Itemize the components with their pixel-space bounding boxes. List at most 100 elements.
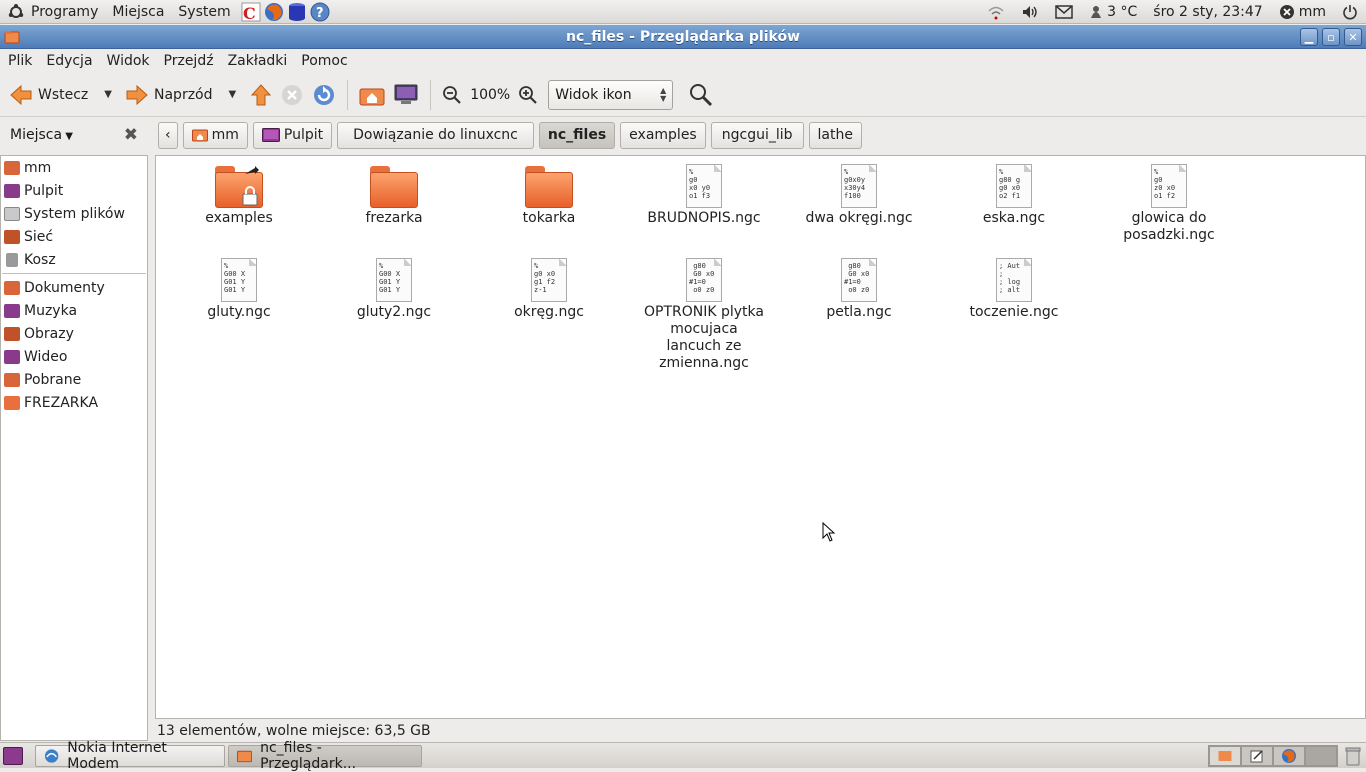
stop-button[interactable] — [276, 77, 308, 113]
editor-mini-icon — [1250, 750, 1263, 763]
zoom-in-button[interactable] — [514, 77, 542, 113]
breadcrumb-examples[interactable]: examples — [620, 121, 706, 149]
text-file-icon: % g80 g g0 x0 o2 f1 — [996, 164, 1032, 208]
sidebar-close-icon[interactable]: ✖ — [124, 125, 138, 145]
database-icon[interactable] — [286, 1, 308, 23]
close-icon: ✕ — [1348, 30, 1358, 44]
linuxcnc-launcher-icon[interactable]: C — [240, 1, 262, 23]
breadcrumb-nc-files[interactable]: nc_files — [538, 121, 616, 149]
help-icon[interactable]: ? — [309, 1, 331, 23]
forward-button[interactable]: Naprzód ▼ — [122, 77, 240, 113]
sidebar-type-select[interactable]: Miejsca ▼ — [10, 127, 73, 143]
menu-plik[interactable]: Plik — [1, 53, 39, 69]
view-mode-select[interactable]: Widok ikon ▲ ▼ — [548, 79, 674, 110]
user-menu[interactable]: mm — [1271, 0, 1334, 24]
text-file-icon: % G00 X G01 Y G01 Y — [221, 258, 257, 302]
clock[interactable]: śro 2 sty, 23:47 — [1145, 0, 1270, 24]
sidebar-item-filesystem[interactable]: System plików — [1, 202, 147, 225]
modem-app-icon — [44, 748, 59, 763]
file-item-okreg[interactable]: % g0 x0 g1 f2 z-1 okręg.ngc — [474, 258, 624, 321]
weather[interactable]: 3 °C — [1081, 0, 1145, 24]
breadcrumb-scroll-left[interactable]: ‹ — [158, 121, 178, 149]
folder-window-icon[interactable] — [4, 29, 20, 45]
firefox-icon[interactable] — [263, 1, 285, 23]
menu-zakladki[interactable]: Zakładki — [221, 53, 295, 69]
close-button[interactable]: ✕ — [1344, 28, 1362, 46]
file-item-tokarka[interactable]: tokarka — [474, 164, 624, 227]
back-button[interactable]: Wstecz ▼ — [6, 77, 116, 113]
volume-icon[interactable] — [1013, 0, 1047, 24]
reload-button[interactable] — [308, 77, 340, 113]
workspace-4[interactable] — [1306, 747, 1336, 765]
task-label: Nokia Internet Modem — [67, 739, 167, 772]
computer-button[interactable] — [389, 77, 423, 113]
sidebar-item-videos[interactable]: Wideo — [1, 345, 147, 368]
workspace-3[interactable] — [1274, 747, 1304, 765]
breadcrumb-lathe[interactable]: lathe — [808, 121, 862, 149]
menu-miejsca: Miejsca — [112, 3, 165, 20]
documents-folder-icon — [4, 280, 20, 295]
file-item-brudnopis[interactable]: % g0 x0 y0 o1 f3 BRUDNOPIS.ngc — [629, 164, 779, 227]
places-menu[interactable]: Miejsca — [105, 0, 171, 24]
workspace-2[interactable] — [1242, 747, 1272, 765]
file-item-toczenie[interactable]: ; Aut ; ; log ; alt toczenie.ngc — [939, 258, 1089, 321]
show-desktop-icon[interactable] — [3, 746, 23, 765]
file-item-eska[interactable]: % g80 g g0 x0 o2 f1 eska.ngc — [939, 164, 1089, 227]
search-button[interactable] — [685, 77, 717, 113]
sidebar-item-trash[interactable]: Kosz — [1, 248, 147, 271]
back-history-dropdown-icon[interactable]: ▼ — [104, 89, 112, 100]
folder-link-icon — [215, 164, 263, 208]
breadcrumb-ngcgui-lib[interactable]: ngcgui_lib — [710, 121, 804, 149]
breadcrumb-linuxcnc-link[interactable]: Dowiązanie do linuxcnc — [337, 121, 534, 149]
minimize-button[interactable]: ▁ — [1300, 28, 1318, 46]
up-button[interactable] — [246, 77, 276, 113]
sidebar-item-mm[interactable]: mm — [1, 156, 147, 179]
file-item-petla[interactable]: g80 G0 x0 #1=0 o0 z0 petla.ngc — [784, 258, 934, 321]
sidebar-item-documents[interactable]: Dokumenty — [1, 276, 147, 299]
text-file-icon: % g0x0y x30y4 f100 — [841, 164, 877, 208]
file-item-glowica[interactable]: % g0 z0 x0 o1 f2 glowica do posadzki.ngc — [1094, 164, 1244, 244]
file-item-frezarka[interactable]: frezarka — [319, 164, 469, 227]
sidebar-item-network[interactable]: Sieć — [1, 225, 147, 248]
file-item-dwa-okregi[interactable]: % g0x0y x30y4 f100 dwa okręgi.ngc — [784, 164, 934, 227]
breadcrumb-pulpit[interactable]: Pulpit — [252, 121, 333, 149]
sidebar-item-music[interactable]: Muzyka — [1, 299, 147, 322]
file-item-gluty2[interactable]: % G00 X G01 Y G01 Y gluty2.ngc — [319, 258, 469, 321]
file-item-gluty[interactable]: % G00 X G01 Y G01 Y gluty.ngc — [164, 258, 314, 321]
file-name: dwa okręgi.ngc — [805, 210, 913, 226]
task-nokia-modem[interactable]: Nokia Internet Modem — [35, 740, 225, 772]
power-icon[interactable] — [1334, 0, 1366, 24]
mail-icon[interactable] — [1047, 0, 1081, 24]
breadcrumb-mm[interactable]: mm — [182, 121, 248, 149]
sidebar-item-label: mm — [24, 159, 52, 176]
text-file-icon: g80 G0 x0 #1=0 o0 z0 — [686, 258, 722, 302]
sidebar-item-frezarka[interactable]: FREZARKA — [1, 391, 147, 414]
system-menu[interactable]: System — [171, 0, 237, 24]
home-button[interactable] — [355, 77, 389, 113]
maximize-button[interactable]: ▫ — [1322, 28, 1340, 46]
workspace-switcher[interactable] — [1208, 745, 1338, 767]
text-file-icon: % g0 x0 g1 f2 z-1 — [531, 258, 567, 302]
network-icon[interactable] — [979, 0, 1013, 24]
toolbar: Wstecz ▼ Naprzód ▼ 100% Widok ikon ▲ ▼ — [0, 73, 1366, 117]
menu-pomoc[interactable]: Pomoc — [294, 53, 354, 69]
trash-applet-icon[interactable] — [1344, 746, 1362, 766]
zoom-out-button[interactable] — [438, 77, 466, 113]
window-titlebar[interactable]: nc_files - Przeglądarka plików ▁ ▫ ✕ — [0, 25, 1366, 49]
sidebar-item-label: Kosz — [24, 251, 56, 268]
applications-menu[interactable]: Programy — [0, 0, 105, 24]
user-name: mm — [1298, 4, 1326, 20]
menu-edycja[interactable]: Edycja — [39, 53, 99, 69]
file-item-examples[interactable]: examples — [164, 164, 314, 227]
task-file-browser[interactable]: nc_files - Przeglądark... — [228, 740, 422, 772]
menu-widok[interactable]: Widok — [100, 53, 157, 69]
sidebar-item-pictures[interactable]: Obrazy — [1, 322, 147, 345]
workspace-1[interactable] — [1210, 747, 1240, 765]
forward-history-dropdown-icon[interactable]: ▼ — [229, 89, 237, 100]
sidebar-item-label: Pobrane — [24, 371, 82, 388]
menu-przejdz[interactable]: Przejdź — [157, 53, 221, 69]
sidebar-item-pulpit[interactable]: Pulpit — [1, 179, 147, 202]
file-item-optronik[interactable]: g80 G0 x0 #1=0 o0 z0 OPTRONIK plytka moc… — [629, 258, 779, 372]
file-icon-view[interactable]: examples frezarka tokarka % g0 x0 y0 o1 … — [155, 155, 1366, 719]
sidebar-item-downloads[interactable]: Pobrane — [1, 368, 147, 391]
